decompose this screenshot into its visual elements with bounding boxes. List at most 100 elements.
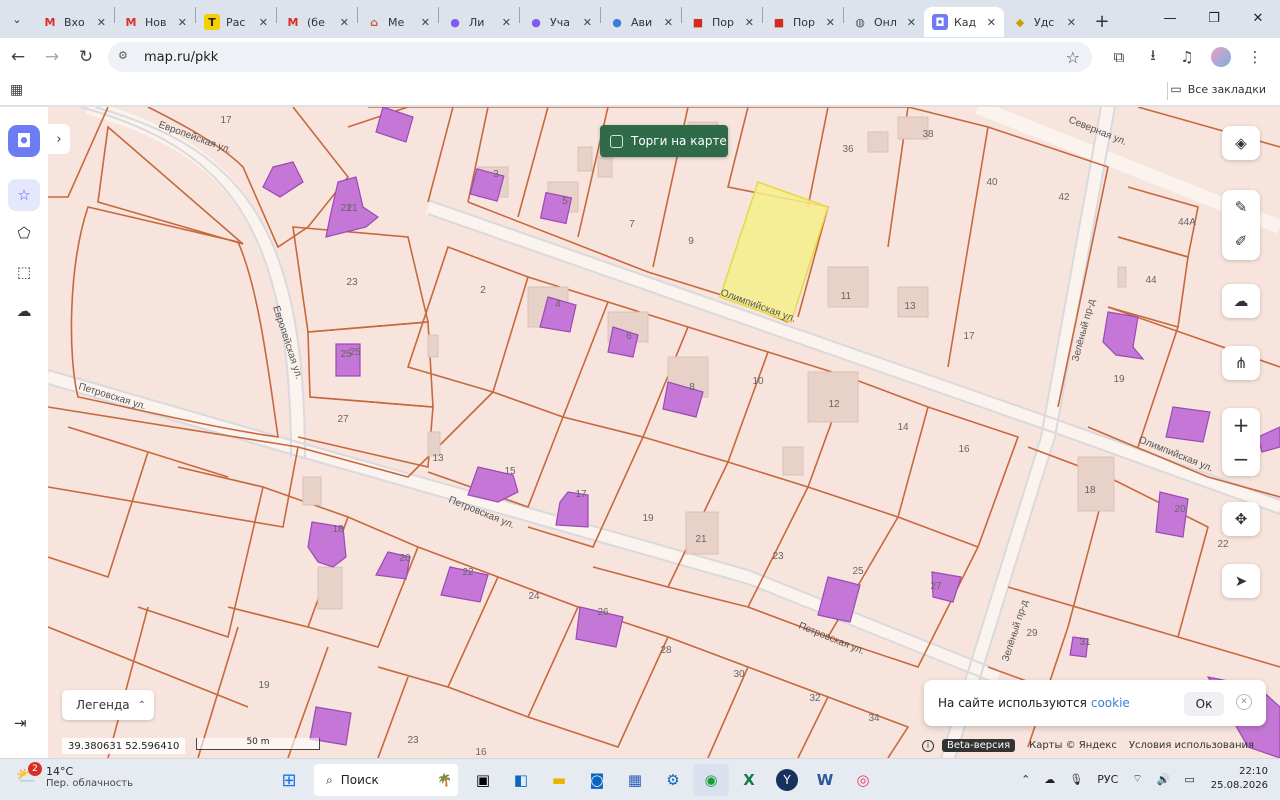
cloud-upload-icon[interactable]: ☁ [1222,284,1260,318]
cookie-close-icon[interactable]: ✕ [1236,694,1252,710]
browser-tab[interactable]: M (бе ✕ [277,7,357,37]
tab-favicon-icon: M [44,15,56,29]
layers-icon[interactable]: ◈ [1222,126,1260,160]
windows-start-icon[interactable]: ⊞ [271,764,307,796]
cookie-link[interactable]: cookie [1091,696,1130,710]
app-logo-icon[interactable]: ◘ [8,125,40,157]
map-canvas[interactable] [48,107,1280,758]
word-icon[interactable]: W [807,764,843,796]
tab-close-icon[interactable]: ✕ [178,16,187,29]
cloud-icon[interactable]: ☁ [8,295,40,327]
terms-link[interactable]: Условия использования [1129,740,1254,751]
browser-tab[interactable]: ■ Пор ✕ [682,7,762,37]
selected-parcel[interactable] [719,181,829,323]
browser-tab[interactable]: M Нов ✕ [115,7,195,37]
tab-close-icon[interactable]: ✕ [259,16,268,29]
media-icon[interactable]: ♫ [1170,42,1204,72]
onedrive-icon[interactable]: ☁ [1044,773,1055,786]
ruler-icon[interactable]: ✎ [1222,190,1260,224]
polygon-tool-icon[interactable]: ⬠ [8,217,40,249]
microphone-icon[interactable]: 🎙 [1069,773,1083,786]
apps-grid-icon[interactable]: ▦ [10,82,23,98]
new-tab-button[interactable]: + [1088,7,1116,35]
language-indicator[interactable]: РУС [1097,773,1118,786]
chevron-up-tray-icon[interactable]: ⌃ [1021,773,1030,786]
browser-tab[interactable]: ◍ Онл ✕ [844,7,924,37]
tab-close-icon[interactable]: ✕ [745,16,754,29]
auctions-toggle[interactable]: Торги на карте [600,125,728,157]
volume-icon[interactable]: 🔊 [1157,773,1171,786]
back-button[interactable]: ← [2,41,34,73]
photos-icon[interactable]: ◙ [579,764,615,796]
minimize-icon[interactable]: — [1148,0,1192,36]
tab-close-icon[interactable]: ✕ [1067,16,1076,29]
clock[interactable]: 22:10 25.08.2026 [1211,765,1268,793]
tab-close-icon[interactable]: ✕ [907,16,916,29]
tab-close-icon[interactable]: ✕ [340,16,349,29]
store-icon[interactable]: ◧ [503,764,539,796]
area-select-icon[interactable]: ⬚ [8,256,40,288]
browser-tab[interactable]: ● Уча ✕ [520,7,600,37]
app-spiral-icon[interactable]: ◎ [845,764,881,796]
info-icon[interactable]: i [922,739,935,752]
maximize-icon[interactable]: ❐ [1192,0,1236,36]
file-explorer-icon[interactable]: ▬ [541,764,577,796]
teams-icon[interactable]: ▦ [617,764,653,796]
browser-tab[interactable]: ◘ Кад ✕ [924,7,1004,37]
browser-tab[interactable]: ■ Пор ✕ [763,7,843,37]
browser-tab[interactable]: ⌂ Ме ✕ [358,7,438,37]
download-icon[interactable]: ⭳ [1136,42,1170,72]
bookmark-star-icon[interactable]: ☆ [1066,48,1080,67]
avatar[interactable] [1211,47,1231,67]
login-icon[interactable]: ⇥ [14,714,27,732]
yandex-icon[interactable]: Y [769,764,805,796]
cookie-ok-button[interactable]: Ок [1184,692,1224,716]
site-info-icon[interactable]: ⚙ [118,49,134,65]
address-bar[interactable]: ⚙ map.ru/pkk ☆ [108,42,1092,72]
tab-close-icon[interactable]: ✕ [826,16,835,29]
weather-widget[interactable]: ⛅ 2 14°C Пер. облачность [16,762,133,789]
auctions-checkbox[interactable] [610,134,623,148]
tab-close-icon[interactable]: ✕ [97,16,106,29]
search-label: Поиск [340,773,379,787]
tab-close-icon[interactable]: ✕ [583,16,592,29]
tab-close-icon[interactable]: ✕ [421,16,430,29]
map-sidebar: ◘ ☆ ⬠ ⬚ ☁ [0,107,48,758]
extensions-icon[interactable]: ⧉ [1102,42,1136,72]
maps-credit[interactable]: Карты © Яндекс [1029,740,1117,751]
tab-search-chevron-icon[interactable]: ⌄ [0,0,34,38]
wifi-icon[interactable]: ⌔ [1132,772,1142,786]
cadastral-map[interactable]: 17 3 5 7 9 36 38 40 42 44А 44 21 23 2 4 6 11 13 17 25 27 8 10 1… [48,107,1280,758]
browser-tab[interactable]: ● Ави ✕ [601,7,681,37]
taskbar-search[interactable]: ⌕ Поиск 🌴 [314,764,458,796]
tab-close-icon[interactable]: ✕ [502,16,511,29]
favorites-star-icon[interactable]: ☆ [8,179,40,211]
excel-icon[interactable]: X [731,764,767,796]
battery-icon[interactable]: ▭ [1184,773,1194,786]
tab-close-icon[interactable]: ✕ [987,16,996,29]
move-icon[interactable]: ✥ [1222,502,1260,536]
legend-button[interactable]: Легенда ⌃ [62,690,154,720]
edit-icon[interactable]: ✐ [1222,224,1260,258]
forward-button[interactable]: → [36,41,68,73]
weather-cloud-icon: ⛅ 2 [16,762,42,788]
menu-icon[interactable]: ⋮ [1238,42,1272,72]
browser-tab[interactable]: M Вхо ✕ [34,7,114,37]
tab-favicon-icon: M [125,15,137,29]
all-bookmarks-button[interactable]: ▭ Все закладки [1170,82,1266,96]
geolocation-icon[interactable]: ➤ [1222,564,1260,598]
reload-button[interactable]: ↻ [70,41,102,73]
expand-panel-button[interactable]: › [48,124,70,154]
browser-tab[interactable]: T Рас ✕ [196,7,276,37]
chrome-icon[interactable]: ◉ [693,764,729,796]
settings-icon[interactable]: ⚙ [655,764,691,796]
close-window-icon[interactable]: ✕ [1236,0,1280,36]
share-icon[interactable]: ⋔ [1222,346,1260,380]
tab-close-icon[interactable]: ✕ [664,16,673,29]
zoom-out-icon[interactable]: − [1222,442,1260,476]
browser-tab[interactable]: ● Ли ✕ [439,7,519,37]
zoom-in-icon[interactable]: + [1222,408,1260,442]
browser-tab[interactable]: ◆ Удс ✕ [1004,7,1084,37]
temperature: 14°C [46,765,74,778]
task-view-icon[interactable]: ▣ [465,764,501,796]
